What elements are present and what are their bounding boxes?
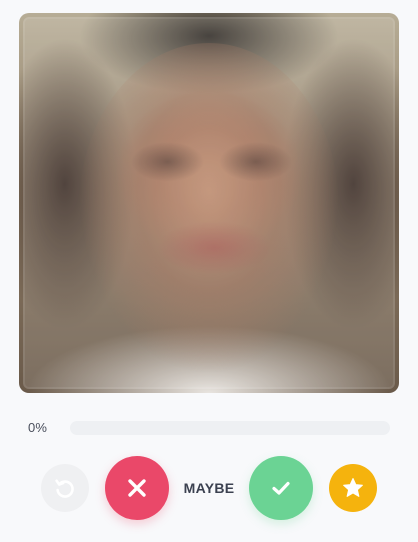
dislike-button[interactable] [105, 456, 169, 520]
check-icon [269, 476, 293, 500]
super-like-button[interactable] [329, 464, 377, 512]
swipe-app: 0% MAYBE [0, 0, 418, 542]
blur-overlay [23, 17, 395, 389]
like-button[interactable] [249, 456, 313, 520]
close-icon [126, 477, 148, 499]
star-icon [341, 476, 365, 500]
undo-button[interactable] [41, 464, 89, 512]
maybe-button[interactable]: MAYBE [177, 478, 241, 498]
action-bar: MAYBE [0, 456, 418, 520]
progress-row: 0% [28, 418, 390, 438]
profile-photo[interactable] [19, 13, 399, 393]
undo-icon [53, 476, 77, 500]
progress-percent: 0% [28, 420, 48, 435]
progress-bar [70, 421, 390, 435]
